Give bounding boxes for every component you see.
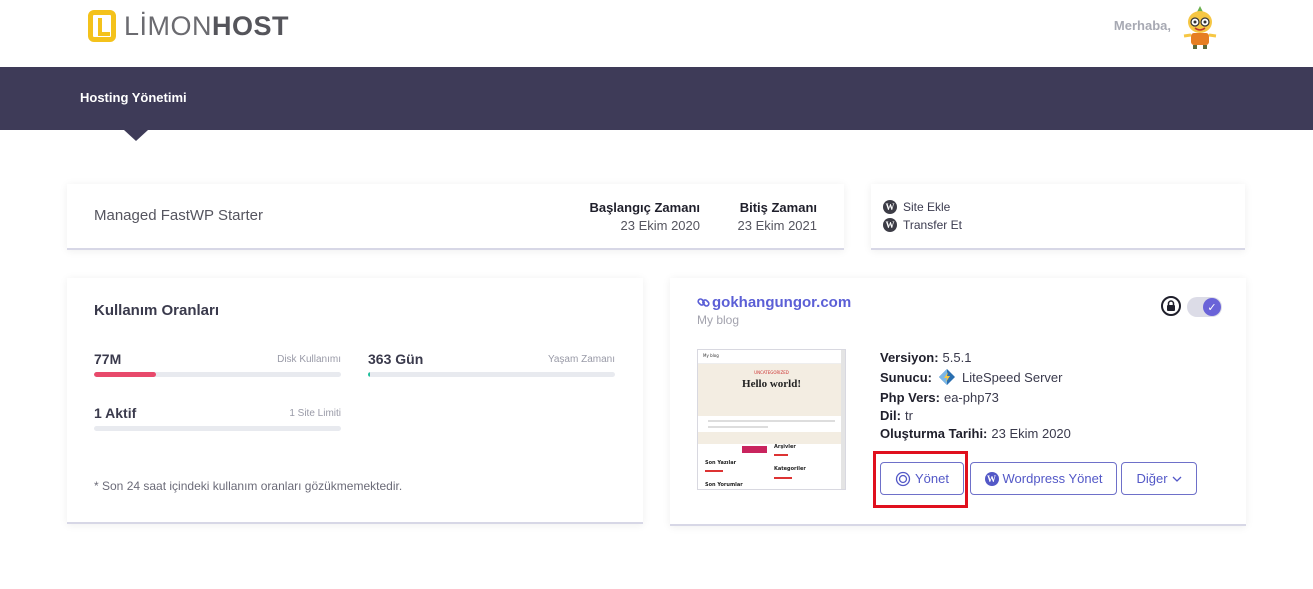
site-domain-link[interactable]: gokhangungor.com [697, 294, 851, 311]
lifetime-metric: 363 Gün Yaşam Zamanı [368, 351, 615, 377]
language-value: tr [904, 408, 913, 423]
created-value: 23 Ekim 2020 [991, 426, 1071, 441]
thumb-site-name: My blog [698, 350, 845, 364]
site-preview-thumbnail[interactable]: My blog UNCATEGORIZED Hello world! Son Y… [697, 349, 846, 490]
created-row: Oluşturma Tarihi: 23 Ekim 2020 [880, 426, 1071, 441]
thumb-hero: UNCATEGORIZED Hello world! [698, 364, 845, 416]
site-limit-metric: 1 Aktif 1 Site Limiti [94, 405, 341, 431]
disk-usage-fill [94, 372, 156, 377]
site-limit-bar [94, 426, 341, 431]
lifetime-fill [368, 372, 371, 377]
version-value: 5.5.1 [942, 350, 972, 365]
check-icon: ✓ [1203, 298, 1221, 316]
end-date-value: 23 Ekim 2021 [737, 218, 818, 233]
language-row: Dil: tr [880, 408, 913, 423]
thumb-search-button [742, 446, 767, 453]
site-limit-label: 1 Site Limiti [289, 408, 341, 419]
actions-card: W Site Ekle W Transfer Et [871, 184, 1245, 250]
add-site-link[interactable]: W Site Ekle [883, 200, 950, 214]
brand-logo[interactable]: LİMONHOST [88, 10, 289, 42]
php-value: ea-php73 [943, 390, 999, 405]
plan-card: Managed FastWP Starter Başlangıç Zamanı … [67, 184, 844, 250]
end-date-block: Bitiş Zamanı 23 Ekim 2021 [738, 200, 818, 233]
thumb-scrollbar [841, 350, 845, 489]
wordpress-manage-button[interactable]: W Wordpress Yönet [970, 462, 1117, 495]
top-header: LİMONHOST Merhaba, [0, 0, 1313, 67]
user-avatar[interactable] [1180, 4, 1220, 50]
start-date-label: Başlangıç Zamanı [589, 200, 700, 215]
thumb-text-line [708, 426, 768, 428]
start-date-value: 23 Ekim 2020 [620, 218, 701, 233]
thumb-text-line [708, 420, 835, 422]
transfer-link[interactable]: W Transfer Et [883, 218, 962, 232]
wordpress-icon: W [984, 471, 999, 486]
thumb-widget-archives: Arşivler [774, 444, 796, 450]
thumb-widget-recent-comments: Son Yorumlar [705, 482, 743, 488]
disk-usage-bar [94, 372, 341, 377]
created-label: Oluşturma Tarihi: [880, 426, 988, 441]
site-subtitle: My blog [697, 313, 740, 327]
other-button-label: Diğer [1136, 471, 1168, 486]
php-row: Php Vers: ea-php73 [880, 390, 999, 405]
thumb-hero-category: UNCATEGORIZED [754, 370, 789, 375]
chevron-down-icon [1172, 476, 1181, 482]
active-tab-caret [124, 130, 148, 141]
lemon-logo-icon [88, 10, 116, 42]
thumb-red-line [705, 470, 723, 472]
wordpress-icon: W [883, 200, 897, 214]
other-dropdown-button[interactable]: Diğer [1121, 462, 1197, 495]
nav-band: Hosting Yönetimi [0, 67, 1313, 130]
thumb-widget-categories: Kategoriler [774, 466, 806, 472]
usage-note: * Son 24 saat içindeki kullanım oranları… [94, 479, 403, 493]
thumb-band [698, 432, 845, 444]
highlight-box [873, 451, 968, 508]
site-domain: gokhangungor.com [712, 294, 852, 311]
usage-title: Kullanım Oranları [94, 302, 220, 319]
wordpress-icon: W [883, 218, 897, 232]
transfer-label: Transfer Et [903, 218, 962, 232]
thumb-red-line [774, 477, 792, 479]
language-label: Dil: [880, 408, 901, 423]
version-row: Versiyon: 5.5.1 [880, 350, 971, 365]
thumb-hero-title: Hello world! [742, 378, 801, 390]
end-date-label: Bitiş Zamanı [739, 200, 817, 215]
site-status-toggle[interactable]: ✓ [1187, 297, 1222, 317]
logo-wordmark: LİMONHOST [124, 10, 290, 41]
php-label: Php Vers: [880, 390, 940, 405]
add-site-label: Site Ekle [903, 200, 951, 214]
litespeed-icon [939, 369, 955, 385]
plan-name: Managed FastWP Starter [94, 207, 263, 224]
nav-tab-hosting-management[interactable]: Hosting Yönetimi [80, 90, 187, 105]
start-date-block: Başlangıç Zamanı 23 Ekim 2020 [589, 200, 700, 233]
disk-usage-label: Disk Kullanımı [277, 354, 341, 365]
version-label: Versiyon: [880, 350, 939, 365]
ssl-lock-icon[interactable] [1161, 296, 1181, 316]
server-label: Sunucu: [880, 369, 932, 385]
lock-icon [1167, 300, 1175, 311]
thumb-red-line [774, 454, 788, 456]
lifetime-label: Yaşam Zamanı [547, 354, 615, 365]
link-icon [697, 298, 710, 307]
server-row: Sunucu: LiteSpeed Server [880, 369, 1062, 385]
server-value: LiteSpeed Server [962, 369, 1063, 385]
disk-usage-metric: 77M Disk Kullanımı [94, 351, 341, 377]
usage-card: Kullanım Oranları 77M Disk Kullanımı 363… [67, 278, 643, 524]
lifetime-bar [368, 372, 615, 377]
thumb-widget-recent-posts: Son Yazılar [705, 460, 737, 466]
wordpress-manage-label: Wordpress Yönet [1002, 471, 1103, 486]
greeting-text: Merhaba, [1113, 18, 1171, 33]
